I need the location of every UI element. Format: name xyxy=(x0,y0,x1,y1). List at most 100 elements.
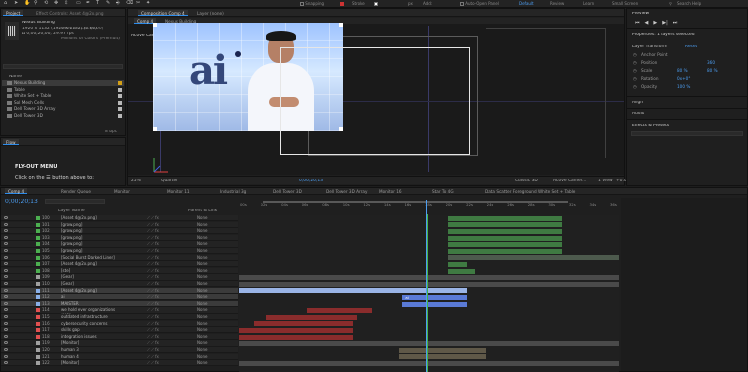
timeline-tab[interactable]: Comp 4 xyxy=(5,188,28,194)
layer-duration-bar[interactable] xyxy=(239,288,467,294)
layer-duration-bar[interactable] xyxy=(265,314,357,320)
snapping-checkbox[interactable]: Snapping xyxy=(300,2,324,6)
tab-effect-controls[interactable]: Effect Controls: Asset 4@2x.png xyxy=(33,10,107,16)
layer-label-swatch[interactable] xyxy=(36,282,40,286)
tab-layer[interactable]: Layer (none) xyxy=(194,10,227,16)
layer-row[interactable]: 107 [Asset 4@2x.png] ⟋ ⟋ fx None xyxy=(1,261,238,268)
video-handle-tr[interactable] xyxy=(339,23,343,27)
layer-label-swatch[interactable] xyxy=(36,308,40,313)
layer-switches[interactable]: ⟋ ⟋ fx xyxy=(147,301,159,307)
property-value[interactable]: 100 % xyxy=(677,84,690,89)
layer-label-swatch[interactable] xyxy=(36,216,40,220)
layer-label-swatch[interactable] xyxy=(36,288,40,293)
tab-flow[interactable]: Flow xyxy=(3,139,19,145)
layer-name[interactable]: [ste] xyxy=(61,268,125,274)
parent-dropdown[interactable]: None xyxy=(197,261,207,267)
layer-label-swatch[interactable] xyxy=(36,334,40,339)
timeline-tab[interactable]: Monitor 16 xyxy=(376,188,405,194)
project-list-item[interactable]: Nexus Building xyxy=(2,80,124,86)
resolution-dropdown[interactable]: Quarter xyxy=(161,179,178,183)
layer-name[interactable]: [Asset 4@2x.png] xyxy=(61,261,125,267)
layer-switches[interactable]: ⟋ ⟋ fx xyxy=(147,327,159,333)
project-column-name[interactable]: Name xyxy=(9,75,22,79)
prev-frame-icon[interactable]: ◀ xyxy=(645,20,649,26)
visibility-eye-icon[interactable] xyxy=(4,282,8,285)
parent-dropdown[interactable]: None xyxy=(197,327,207,333)
layer-row[interactable]: 103 [grow.png] ⟋ ⟋ fx None xyxy=(1,234,238,241)
rect-tool-icon[interactable]: ▭ xyxy=(76,1,81,6)
timeline-tab[interactable]: Dell Tower 3D Array xyxy=(323,188,370,194)
layer-duration-bar[interactable] xyxy=(239,334,353,340)
parent-dropdown[interactable]: None xyxy=(197,301,207,307)
audio-panel-title[interactable]: Audio xyxy=(632,112,644,116)
layer-duration-bar[interactable] xyxy=(448,268,475,274)
layer-switches[interactable]: ⟋ ⟋ fx xyxy=(147,255,159,261)
video-handle-bl[interactable] xyxy=(153,127,157,131)
tab-project[interactable]: Project xyxy=(3,10,24,16)
layer-switches[interactable]: ⟋ ⟋ fx xyxy=(147,228,159,234)
layer-switches[interactable]: ⟋ ⟋ fx xyxy=(147,222,159,228)
layer-row[interactable]: 104 [grow.png] ⟋ ⟋ fx None xyxy=(1,241,238,248)
layer-duration-bar[interactable] xyxy=(398,347,486,353)
layer-switches[interactable]: ⟋ ⟋ fx xyxy=(147,347,159,353)
layer-row[interactable]: 120 human 3 ⟋ ⟋ fx None xyxy=(1,347,238,354)
selection-tool-icon[interactable]: ➤ xyxy=(14,1,18,6)
work-area-bar[interactable] xyxy=(263,201,568,203)
text-tool-icon[interactable]: T xyxy=(96,1,99,6)
layer-name[interactable]: human 4 xyxy=(61,354,125,360)
layer-label-swatch[interactable] xyxy=(36,275,40,280)
parent-dropdown[interactable]: None xyxy=(197,255,207,261)
project-search-input[interactable] xyxy=(3,64,123,69)
parent-dropdown[interactable]: None xyxy=(197,307,207,313)
parent-column-header[interactable]: Parent & Link xyxy=(188,209,217,213)
visibility-eye-icon[interactable] xyxy=(4,249,8,252)
label-color-swatch[interactable] xyxy=(118,100,122,105)
layer-name[interactable]: [Asset 4@2x.png] xyxy=(61,288,125,294)
layer-label-swatch[interactable] xyxy=(36,268,40,273)
parent-dropdown[interactable]: None xyxy=(197,288,207,294)
stroke-swatch[interactable] xyxy=(374,2,378,6)
layer-label-swatch[interactable] xyxy=(36,354,40,359)
layer-label-swatch[interactable] xyxy=(36,242,40,247)
parent-dropdown[interactable]: None xyxy=(197,340,207,346)
parent-dropdown[interactable]: None xyxy=(197,241,207,247)
parent-dropdown[interactable]: None xyxy=(197,268,207,274)
layer-name[interactable]: integration issues xyxy=(61,334,125,340)
next-frame-icon[interactable]: ▶| xyxy=(662,20,668,26)
layer-switches[interactable]: ⟋ ⟋ fx xyxy=(147,288,159,294)
search-icon[interactable]: ⚲ xyxy=(669,2,672,6)
parent-dropdown[interactable]: None xyxy=(197,281,207,287)
layer-switches[interactable]: ⟋ ⟋ fx xyxy=(147,241,159,247)
layer-switches[interactable]: ⟋ ⟋ fx xyxy=(147,334,159,340)
layer-duration-bar[interactable] xyxy=(239,275,619,281)
layer-duration-bar[interactable] xyxy=(239,328,353,333)
project-list-item[interactable]: Table xyxy=(2,87,124,93)
visibility-eye-icon[interactable] xyxy=(4,334,8,338)
visibility-eye-icon[interactable] xyxy=(4,216,8,219)
layer-name[interactable]: [Asset 4@2x.png] xyxy=(61,215,125,221)
layer-row[interactable]: 113 MAISTER ⟋ ⟋ fx None xyxy=(1,300,238,307)
preview-panel-title[interactable]: Preview xyxy=(632,12,649,16)
timeline-search-input[interactable] xyxy=(45,199,105,204)
layer-name[interactable]: [grow.png] xyxy=(61,248,125,254)
timeline-tab[interactable]: Data Scatter Foreground xyxy=(482,188,540,194)
project-list-item[interactable]: White Set + Table xyxy=(2,93,124,99)
layer-label-swatch[interactable] xyxy=(36,348,40,352)
brush-tool-icon[interactable]: ✎ xyxy=(106,1,110,6)
stopwatch-icon[interactable]: ◷ xyxy=(633,76,637,81)
visibility-eye-icon[interactable] xyxy=(4,288,8,292)
layer-name[interactable]: [Monitor] xyxy=(61,340,125,346)
parent-dropdown[interactable]: None xyxy=(197,235,207,241)
visibility-eye-icon[interactable] xyxy=(4,321,8,325)
layer-label-swatch[interactable] xyxy=(36,249,40,253)
parent-dropdown[interactable]: None xyxy=(197,294,207,300)
layer-row[interactable]: 112 ai ⟋ ⟋ fx None xyxy=(1,294,238,301)
stopwatch-icon[interactable]: ◷ xyxy=(633,68,637,73)
parent-dropdown[interactable]: None xyxy=(197,248,207,254)
workspace-learn[interactable]: Learn xyxy=(583,2,594,6)
dolly-tool-icon[interactable]: ⇳ xyxy=(64,1,68,6)
layer-name[interactable]: skills gap xyxy=(61,327,125,333)
label-color-swatch[interactable] xyxy=(118,94,122,99)
layer-switches[interactable]: ⟋ ⟋ fx xyxy=(147,314,159,320)
layer-row[interactable]: 102 [grow.png] ⟋ ⟋ fx None xyxy=(1,228,238,235)
